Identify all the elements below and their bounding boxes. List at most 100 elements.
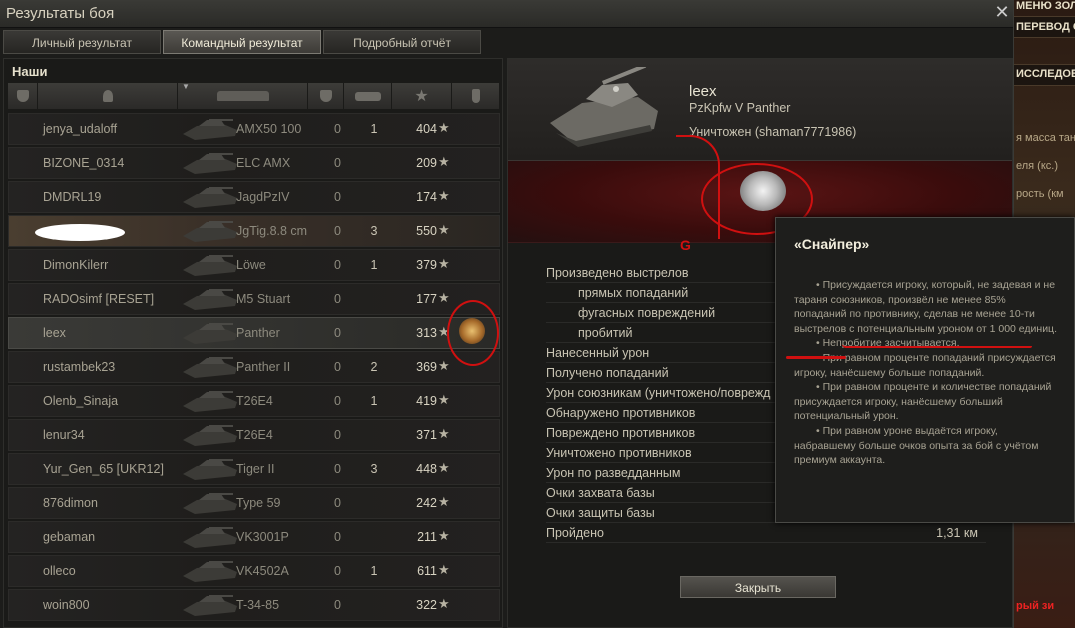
table-row[interactable]: jenya_udaloff AMX50 100 0 1 404 ★ (8, 113, 500, 145)
tab-personal-result[interactable]: Личный результат (3, 30, 161, 54)
star-icon: ★ (438, 426, 450, 441)
close-icon[interactable]: ✕ (994, 2, 1010, 22)
table-row[interactable]: gebaman VK3001P 0 211 ★ (8, 521, 500, 553)
table-row[interactable]: lenur34 T26E4 0 371 ★ (8, 419, 500, 451)
kills: 1 (370, 564, 378, 578)
table-row[interactable]: Olenb_Sinaja T26E4 0 1 419 ★ (8, 385, 500, 417)
sniper-tooltip: «Снайпер» • Присуждается игроку, который… (775, 217, 1075, 523)
experience: 419 (416, 394, 437, 408)
tab-detailed-report[interactable]: Подробный отчёт (323, 30, 481, 54)
table-row[interactable]: BIZONE_0314 ELC AMX 0 209 ★ (8, 147, 500, 179)
sort-arrow-icon: ▼ (182, 82, 190, 91)
tank-name: Löwe (236, 258, 266, 272)
experience: 242 (416, 496, 437, 510)
experience: 448 (416, 462, 437, 476)
tank-icon (216, 91, 269, 101)
kills: 1 (370, 258, 378, 272)
tooltip-body: • Присуждается игроку, который, не задев… (794, 278, 1058, 468)
table-row[interactable]: DMDRL19 JagdPzIV 0 174 ★ (8, 181, 500, 213)
stat-label: Урон союзникам (уничтожено/поврежд (546, 386, 771, 400)
player-name: Yur_Gen_65 [UKR12] (43, 462, 164, 476)
tank-name: JgTig.8.8 cm (236, 224, 308, 238)
player-name: leex (43, 326, 66, 340)
close-button[interactable]: Закрыть (680, 576, 836, 598)
player-name: Olenb_Sinaja (43, 394, 119, 408)
shield-icon (319, 90, 332, 102)
star-icon: ★ (438, 358, 450, 373)
player-name: gebaman (43, 530, 96, 544)
stat-label: Получено попаданий (546, 366, 669, 380)
experience: 211 (417, 530, 437, 544)
team-rows: jenya_udaloff AMX50 100 0 1 404 ★ BIZONE… (8, 113, 500, 623)
header-damage[interactable] (308, 83, 344, 109)
redacted-name (35, 224, 125, 241)
tank-thumbnail (183, 595, 237, 616)
experience: 322 (416, 598, 437, 612)
stat-label: Очки защиты базы (546, 506, 655, 520)
annotation-underline (786, 356, 846, 359)
tank-thumbnail (183, 323, 237, 344)
team-damage: 0 (334, 530, 341, 544)
team-damage: 0 (334, 428, 341, 442)
tank-name: M5 Stuart (236, 292, 291, 306)
header-player[interactable] (38, 83, 178, 109)
team-damage: 0 (334, 224, 341, 238)
experience: 550 (416, 224, 437, 238)
tank-thumbnail (183, 493, 237, 514)
team-damage: 0 (334, 564, 341, 578)
stat-label: фугасных повреждений (578, 306, 716, 320)
tank-name: Tiger II (236, 462, 275, 476)
titlebar: Результаты боя ✕ (0, 0, 1013, 28)
stat-label: Нанесенный урон (546, 346, 650, 360)
header-xp[interactable]: ★ (392, 83, 452, 109)
tooltip-paragraph: • При равном уроне выдаётся игроку, набр… (794, 424, 1039, 467)
player-name: DimonKilerr (43, 258, 109, 272)
star-icon: ★ (438, 290, 450, 305)
table-row[interactable]: leex Panther 0 313 ★ (8, 317, 500, 349)
tab-team-result[interactable]: Командный результат (163, 30, 321, 54)
experience: 369 (416, 360, 437, 374)
tank-name: T26E4 (236, 428, 273, 442)
header-tank[interactable]: ▼ (178, 82, 308, 109)
header-medals[interactable] (452, 83, 500, 109)
table-row[interactable]: JgTig.8.8 cm 0 3 550 ★ (8, 215, 500, 247)
kills: 1 (370, 394, 378, 408)
squad-icon (16, 90, 29, 102)
stat-label: Очки захвата базы (546, 486, 655, 500)
bg-label: еля (кс.) (1016, 160, 1059, 172)
header-kills[interactable] (344, 83, 392, 109)
kills: 3 (370, 224, 378, 238)
stat-row: Пройдено 1,31 км (546, 523, 986, 543)
annotation-mark: G (680, 237, 691, 253)
tank-thumbnail (183, 289, 237, 310)
player-icon (102, 90, 113, 102)
bg-label: я масса тан (1016, 132, 1075, 144)
annotation-question-mark (676, 135, 720, 239)
tank-thumbnail (183, 391, 237, 412)
table-row[interactable]: olleco VK4502A 0 1 611 ★ (8, 555, 500, 587)
kills: 3 (370, 462, 378, 476)
team-damage: 0 (334, 156, 341, 170)
header-squad[interactable] (8, 83, 38, 109)
tab-bar: Личный результат Командный результат Под… (3, 30, 481, 54)
table-row[interactable]: rustambek23 Panther II 0 2 369 ★ (8, 351, 500, 383)
player-name: jenya_udaloff (43, 122, 118, 136)
table-row[interactable]: woin800 T-34-85 0 322 ★ (8, 589, 500, 621)
stat-label: Урон по разведданным (546, 466, 681, 480)
tank-thumbnail (183, 527, 237, 548)
player-name: olleco (43, 564, 76, 578)
star-icon: ★ (438, 120, 450, 135)
table-row[interactable]: Yur_Gen_65 [UKR12] Tiger II 0 3 448 ★ (8, 453, 500, 485)
kills: 1 (370, 122, 378, 136)
tank-name: Panther II (236, 360, 291, 374)
star-icon: ★ (414, 88, 429, 105)
tank-name: VK4502A (236, 564, 289, 578)
tank-thumbnail (183, 459, 237, 480)
table-row[interactable]: DimonKilerr Löwe 0 1 379 ★ (8, 249, 500, 281)
tank-name: T-34-85 (236, 598, 280, 612)
player-name: DMDRL19 (43, 190, 102, 204)
team-damage: 0 (334, 122, 341, 136)
team-damage: 0 (334, 394, 341, 408)
table-row[interactable]: 876dimon Type 59 0 242 ★ (8, 487, 500, 519)
table-row[interactable]: RADOsimf [RESET] M5 Stuart 0 177 ★ (8, 283, 500, 315)
